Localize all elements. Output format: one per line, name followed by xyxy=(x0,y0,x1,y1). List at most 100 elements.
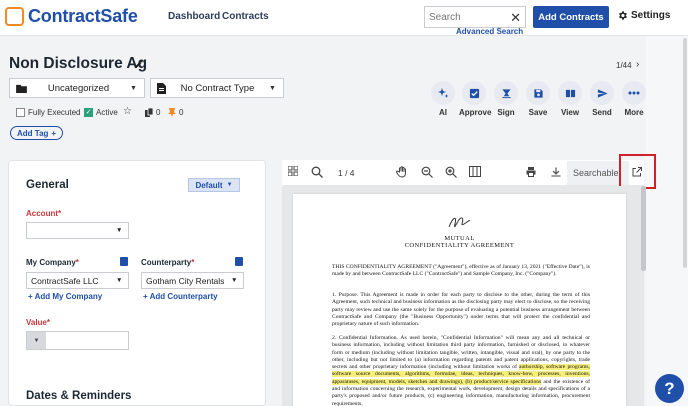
chevron-down-icon: ▼ xyxy=(33,337,40,344)
folder-icon xyxy=(16,84,27,93)
grid-icon[interactable] xyxy=(288,166,298,176)
default-layout-select[interactable]: Default ▼ xyxy=(188,178,240,192)
app-logo[interactable]: ContractSafe xyxy=(28,6,138,27)
save-icon xyxy=(533,88,543,98)
gear-icon xyxy=(619,11,627,20)
general-heading: General xyxy=(26,179,69,191)
hand-icon[interactable] xyxy=(396,166,408,178)
add-tag-button[interactable]: Add Tag + xyxy=(10,126,64,140)
more-label: More xyxy=(624,108,644,117)
sparkle-icon xyxy=(438,88,449,98)
dates-reminders-heading: Dates & Reminders xyxy=(26,390,132,402)
viewer-scrollbar[interactable] xyxy=(641,186,646,271)
sign-label: Sign xyxy=(497,108,515,117)
checkbox-unchecked-icon xyxy=(16,108,25,117)
print-icon[interactable] xyxy=(525,166,537,178)
signature-mark xyxy=(448,217,471,228)
active-checkbox[interactable]: ✓ Active xyxy=(84,108,118,117)
plus-icon: + xyxy=(28,292,35,301)
approve-button[interactable]: Approve xyxy=(459,81,492,117)
view-button[interactable]: View xyxy=(555,81,585,117)
page-indicator[interactable]: 1 / 4 xyxy=(338,168,355,178)
nav-dashboard[interactable]: Dashboard xyxy=(168,11,220,22)
copy-icon xyxy=(145,108,153,117)
search-box: ✕ xyxy=(424,6,526,28)
my-company-label: My Company* xyxy=(26,258,79,267)
pin-icon xyxy=(168,108,176,117)
my-company-select[interactable]: ContractSafe LLC ▼ xyxy=(26,272,129,289)
settings-button[interactable]: Settings xyxy=(617,10,670,21)
default-label: Default xyxy=(195,180,223,190)
highlight-box xyxy=(619,154,656,189)
approve-label: Approve xyxy=(459,108,492,117)
view-label: View xyxy=(560,108,580,117)
nav-contracts[interactable]: Contracts xyxy=(222,11,269,22)
download-icon[interactable] xyxy=(550,166,562,178)
save-button[interactable]: Save xyxy=(523,81,553,117)
contact-card-icon[interactable] xyxy=(120,257,128,266)
add-tag-label: Add Tag xyxy=(17,128,49,138)
book-icon xyxy=(565,89,575,97)
checkbox-checked-icon: ✓ xyxy=(84,108,93,117)
settings-label: Settings xyxy=(631,10,671,21)
sign-icon xyxy=(501,88,511,98)
chevron-down-icon: ▼ xyxy=(116,277,123,284)
help-button[interactable]: ? xyxy=(655,374,684,403)
fully-executed-checkbox[interactable]: Fully Executed xyxy=(16,108,80,117)
fully-executed-label: Fully Executed xyxy=(28,108,81,117)
counterparty-value: Gotham City Rentals xyxy=(146,275,225,286)
my-company-value: ContractSafe LLC xyxy=(31,275,99,286)
star-icon[interactable]: ☆ xyxy=(123,106,132,117)
zoom-in-icon[interactable] xyxy=(445,166,457,178)
doc-title-line-2: CONFIDENTIALITY AGREEMENT xyxy=(404,242,515,249)
active-label: Active xyxy=(96,108,118,117)
chevron-down-icon: ▼ xyxy=(116,227,123,234)
chevron-down-icon: ▼ xyxy=(269,84,276,92)
page-scrollbar[interactable] xyxy=(683,38,687,268)
doc-paragraph-intro: THIS CONFIDENTIALITY AGREEMENT ("Agreeme… xyxy=(332,264,590,278)
search-input[interactable] xyxy=(425,7,505,27)
document-icon xyxy=(157,82,166,94)
pins-count[interactable]: 0 xyxy=(168,108,183,117)
sign-button[interactable]: Sign xyxy=(491,81,521,117)
plus-icon: + xyxy=(143,292,150,301)
search-icon[interactable] xyxy=(311,166,323,178)
next-contract-icon[interactable]: › xyxy=(636,59,639,70)
contract-type-select[interactable]: No Contract Type ▼ xyxy=(150,78,284,98)
value-label: Value* xyxy=(26,318,51,327)
right-gutter xyxy=(646,36,688,406)
chevron-down-icon: ▼ xyxy=(226,182,233,188)
plus-icon: + xyxy=(51,128,57,138)
currency-dropdown[interactable]: ▼ xyxy=(27,332,46,349)
ai-button[interactable]: AI xyxy=(428,81,458,117)
pencil-icon[interactable] xyxy=(134,59,144,69)
chevron-down-icon: ▼ xyxy=(231,277,238,284)
contact-card-icon[interactable] xyxy=(235,257,243,266)
two-page-icon[interactable] xyxy=(469,166,481,177)
send-label: Send xyxy=(592,108,612,117)
folder-select-value: Uncategorized xyxy=(47,82,110,94)
contract-pager: 1/44 xyxy=(616,61,632,70)
attachments-count-value: 0 xyxy=(156,108,161,117)
ai-label: AI xyxy=(439,108,447,117)
send-button[interactable]: Send xyxy=(587,81,617,117)
checkbox-icon xyxy=(469,88,479,98)
pins-count-value: 0 xyxy=(179,108,184,117)
zoom-out-icon[interactable] xyxy=(421,166,433,178)
advanced-search-link[interactable]: Advanced Search xyxy=(456,27,523,36)
send-icon xyxy=(597,88,608,98)
account-select[interactable]: ▼ xyxy=(26,222,129,239)
add-my-company-link[interactable]: + Add My Company xyxy=(28,292,102,301)
account-label: Account* xyxy=(26,209,62,218)
folder-select[interactable]: Uncategorized ▼ xyxy=(9,78,145,98)
doc-paragraph-purpose: 1. Purpose. This Agreement is made in or… xyxy=(332,292,590,328)
add-counterparty-link[interactable]: + Add Counterparty xyxy=(143,292,218,301)
clear-search-icon[interactable]: ✕ xyxy=(510,10,521,26)
counterparty-select[interactable]: Gotham City Rentals ▼ xyxy=(141,272,244,289)
more-button[interactable]: More xyxy=(619,81,649,117)
more-icon xyxy=(628,91,640,95)
logo-icon xyxy=(5,7,24,26)
doc-title-line-1: MUTUAL xyxy=(444,235,475,242)
add-contracts-button[interactable]: Add Contracts xyxy=(533,6,609,28)
attachments-count[interactable]: 0 xyxy=(145,108,160,117)
